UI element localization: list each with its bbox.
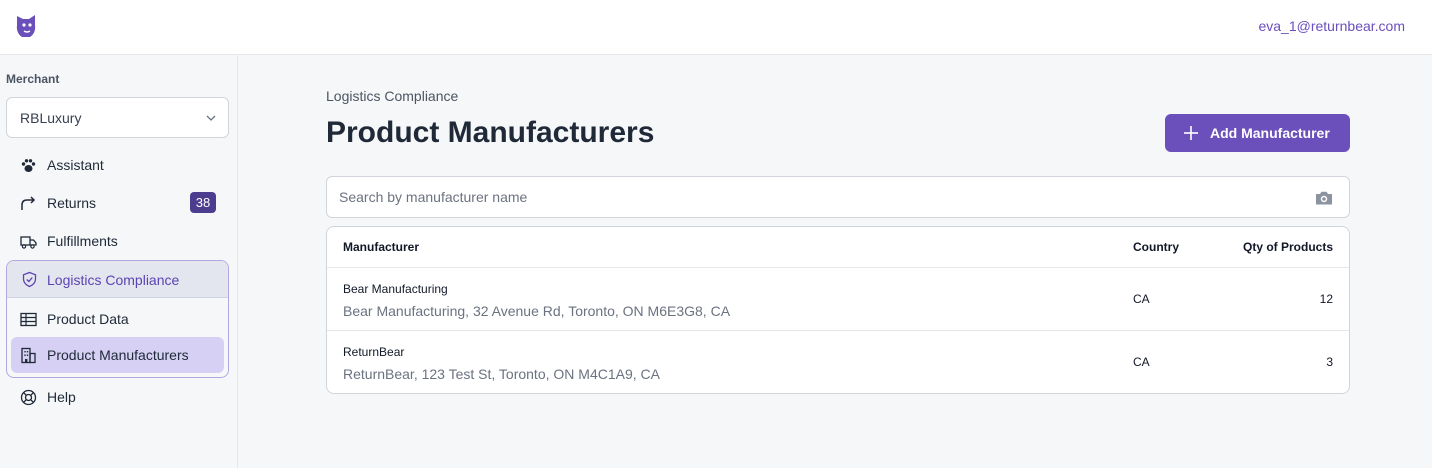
shield-check-icon: [22, 271, 37, 288]
top-bar: eva_1@returnbear.com: [0, 0, 1432, 55]
merchant-label: Merchant: [6, 72, 60, 86]
user-email[interactable]: eva_1@returnbear.com: [1258, 18, 1405, 34]
sidebar-item-label: Returns: [47, 195, 97, 211]
table-row[interactable]: ReturnBear ReturnBear, 123 Test St, Toro…: [327, 330, 1349, 393]
manufacturer-country: CA: [1133, 355, 1150, 369]
manufacturer-country: CA: [1133, 292, 1150, 306]
column-header-country: Country: [1133, 240, 1179, 254]
column-header-qty: Qty of Products: [1242, 240, 1333, 254]
sidebar-group-logistics-compliance: Logistics Compliance Product Data Produc…: [6, 260, 229, 378]
camera-icon[interactable]: [1315, 190, 1333, 206]
sidebar-item-label: Product Data: [47, 311, 129, 327]
sidebar-item-assistant[interactable]: Assistant: [11, 148, 224, 182]
sidebar-item-label: Help: [47, 389, 76, 405]
sidebar-group-label: Logistics Compliance: [47, 272, 180, 288]
returns-count-badge: 38: [190, 192, 216, 213]
merchant-select-value: RBLuxury: [20, 110, 82, 126]
page-title: Product Manufacturers: [326, 116, 655, 149]
manufacturer-address: ReturnBear, 123 Test St, Toronto, ON M4C…: [343, 366, 660, 382]
add-manufacturer-button[interactable]: Add Manufacturer: [1165, 114, 1350, 152]
column-header-manufacturer: Manufacturer: [343, 240, 420, 254]
search-box: [326, 176, 1350, 218]
sidebar-item-help[interactable]: Help: [11, 380, 224, 414]
manufacturer-address: Bear Manufacturing, 32 Avenue Rd, Toront…: [343, 303, 731, 319]
main-content: Logistics Compliance Product Manufacture…: [238, 55, 1432, 468]
sidebar-item-label: Fulfillments: [47, 233, 118, 249]
sidebar-item-product-manufacturers[interactable]: Product Manufacturers: [11, 337, 224, 373]
paw-icon: [21, 159, 36, 172]
manufacturers-table: Manufacturer Country Qty of Products Bea…: [326, 226, 1350, 394]
table-row[interactable]: Bear Manufacturing Bear Manufacturing, 3…: [327, 267, 1349, 330]
return-arrow-icon: [21, 196, 36, 210]
plus-icon: [1184, 126, 1198, 140]
manufacturer-name: ReturnBear: [343, 345, 405, 359]
sidebar-item-fulfillments[interactable]: Fulfillments: [11, 224, 224, 258]
search-input[interactable]: [339, 187, 1289, 207]
sidebar: Merchant RBLuxury Assistant Returns 38 F…: [0, 55, 238, 468]
sidebar-item-logistics-compliance[interactable]: Logistics Compliance: [7, 261, 228, 298]
sidebar-item-label: Product Manufacturers: [47, 347, 189, 363]
sidebar-item-label: Assistant: [47, 157, 104, 173]
manufacturer-qty: 3: [1326, 355, 1333, 369]
manufacturer-name: Bear Manufacturing: [343, 282, 448, 296]
breadcrumb[interactable]: Logistics Compliance: [326, 88, 458, 104]
bear-logo-icon[interactable]: [14, 13, 38, 39]
sidebar-item-returns[interactable]: Returns 38: [11, 186, 224, 220]
chevron-down-icon: [206, 115, 216, 121]
building-icon: [21, 347, 36, 364]
manufacturer-qty: 12: [1319, 292, 1333, 306]
table-icon: [20, 312, 37, 327]
lifebuoy-icon: [20, 389, 37, 406]
truck-icon: [20, 236, 37, 249]
sidebar-item-product-data[interactable]: Product Data: [11, 301, 224, 337]
merchant-select[interactable]: RBLuxury: [6, 97, 229, 138]
add-manufacturer-label: Add Manufacturer: [1210, 125, 1330, 141]
